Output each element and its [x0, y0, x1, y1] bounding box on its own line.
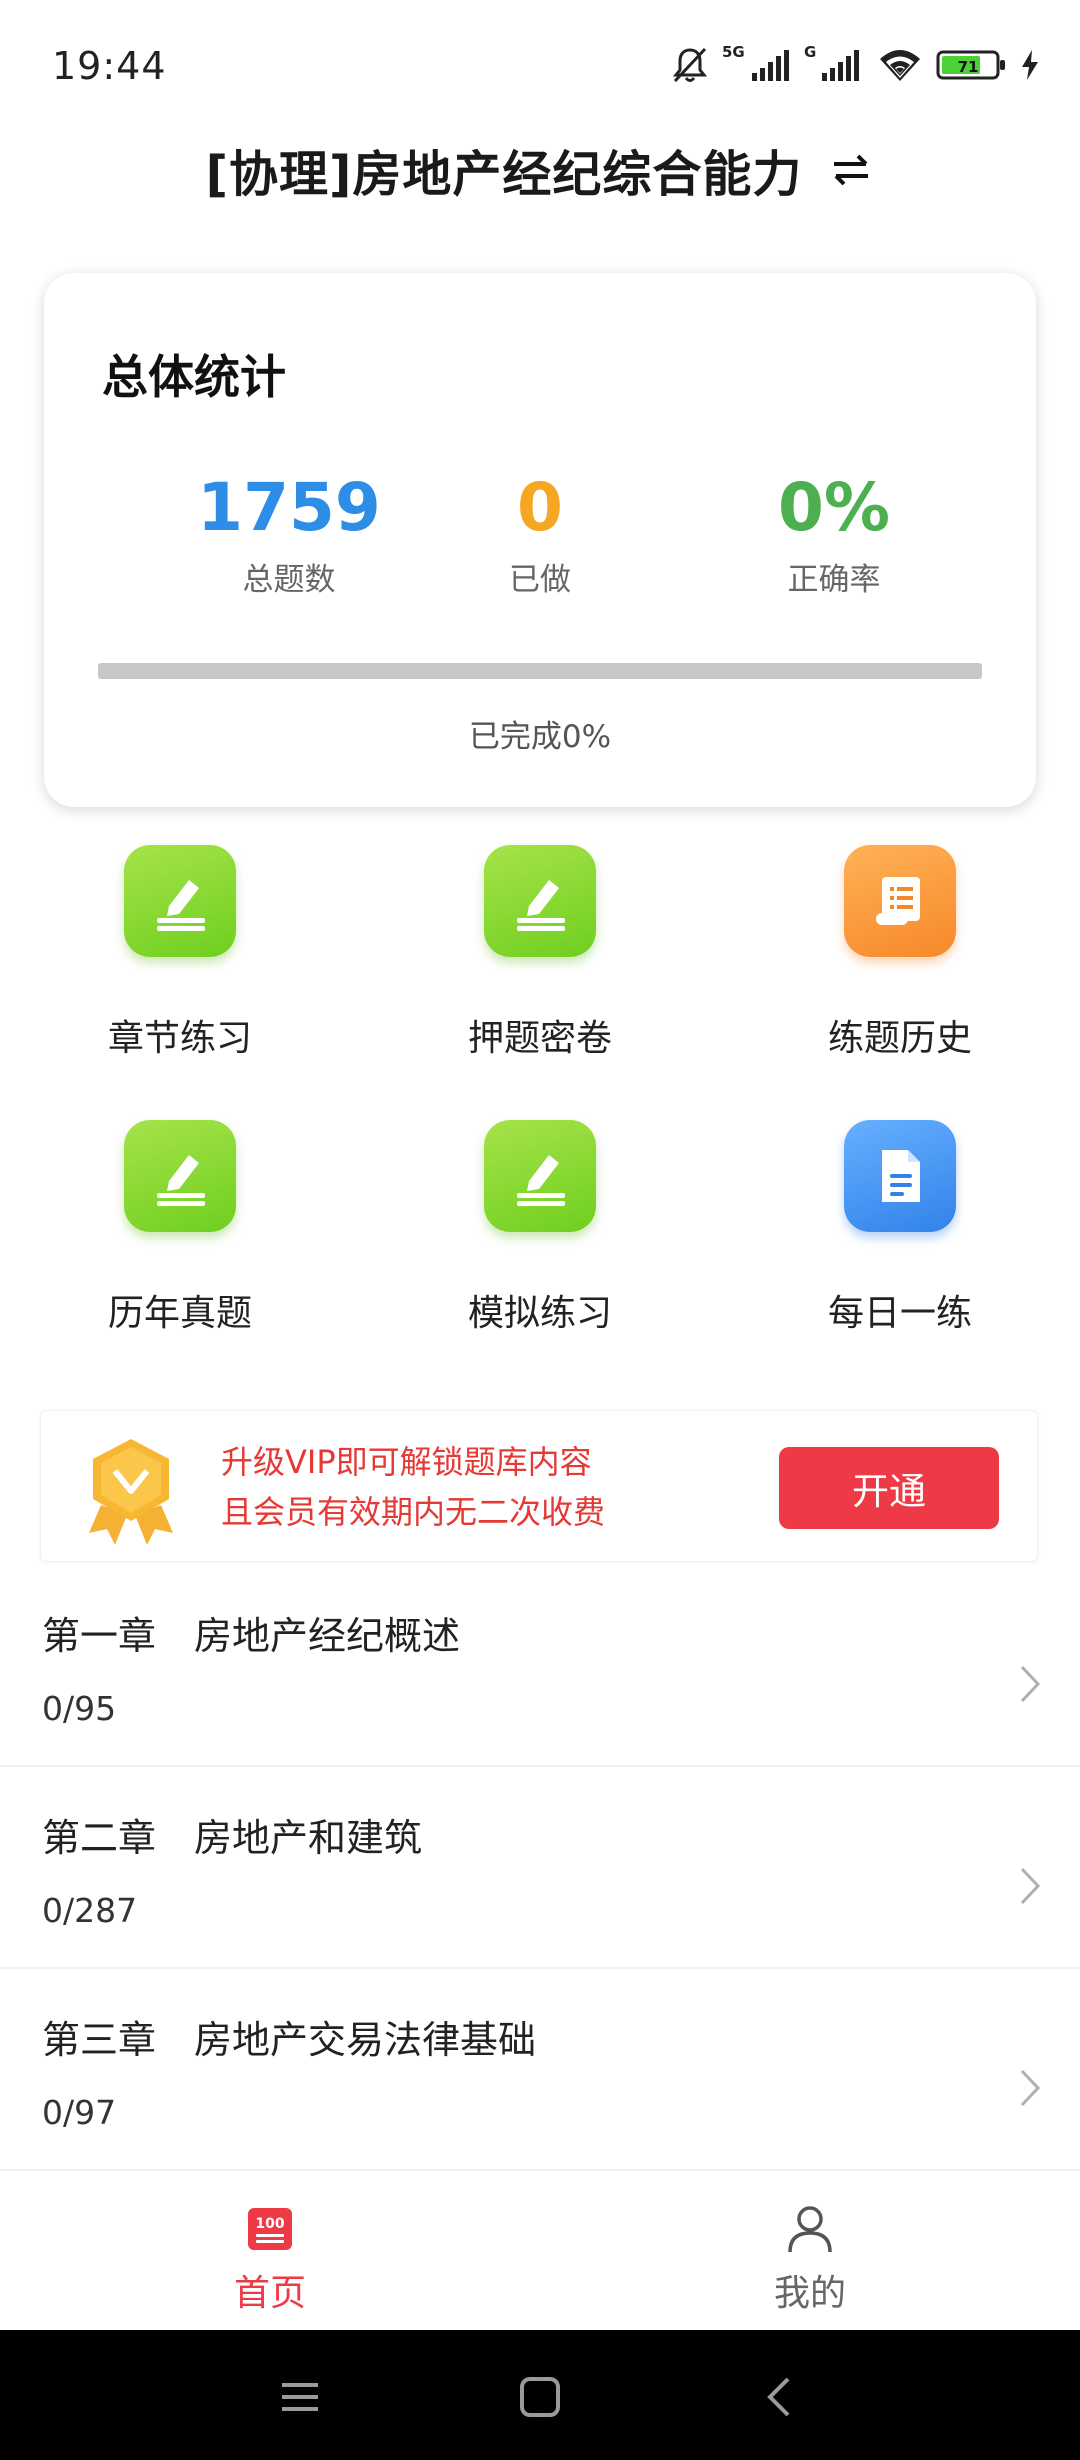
grid-item-past-exams[interactable]: 历年真题 [30, 1120, 330, 1336]
stat-total-questions: 1759 总题数 [159, 468, 419, 599]
grid-label: 章节练习 [107, 1018, 252, 1059]
stat-total-value: 1759 [197, 469, 381, 546]
activate-vip-button[interactable]: 开通 [779, 1447, 999, 1529]
chapter-item-3[interactable]: 第三章 房地产交易法律基础 0/97 [0, 1969, 1080, 2171]
vip-promo-line1: 升级VIP即可解锁题库内容 [221, 1443, 592, 1481]
chapter-item-1[interactable]: 第一章 房地产经纪概述 0/95 [0, 1565, 1080, 1767]
chapter-progress: 0/287 [42, 1891, 138, 1930]
nav-home-label: 首页 [233, 2273, 306, 2314]
scroll-icon [844, 845, 956, 957]
stat-accuracy-label: 正确率 [787, 562, 881, 598]
progress-bar [98, 663, 982, 679]
grid-label: 历年真题 [107, 1293, 252, 1334]
grid-item-daily-practice[interactable]: 每日一练 [750, 1120, 1050, 1336]
stat-accuracy-value: 0% [777, 469, 891, 546]
stat-done-label: 已做 [509, 562, 571, 598]
grid-label: 模拟练习 [467, 1293, 612, 1334]
cellular-signal-5g-icon: 5G [722, 43, 789, 81]
home-100-icon: 100 [248, 2208, 292, 2250]
chapter-progress: 0/95 [42, 1689, 117, 1728]
overall-stats-card: 总体统计 1759 总题数 0 已做 0% 正确率 已完成0% [44, 273, 1036, 807]
page-title: [协理]房地产经纪综合能力 [205, 145, 803, 203]
chapter-item-2[interactable]: 第二章 房地产和建筑 0/287 [0, 1767, 1080, 1969]
cellular-signal-g-icon: G [804, 43, 859, 81]
chevron-right-icon [1020, 1665, 1041, 1703]
vip-promo-line2: 且会员有效期内无二次收费 [221, 1493, 606, 1531]
home-badge-text: 100 [255, 2216, 284, 2232]
chevron-right-icon [1020, 2069, 1041, 2107]
back-icon[interactable] [758, 2375, 802, 2419]
swap-icon[interactable] [828, 147, 874, 193]
battery-level: 71 [958, 58, 979, 76]
stat-done-value: 0 [517, 469, 563, 546]
chapter-title: 第一章 房地产经纪概述 [42, 1614, 461, 1658]
chevron-right-icon [1020, 1867, 1041, 1905]
pencil-icon [484, 845, 596, 957]
status-time: 19:44 [52, 44, 167, 88]
grid-label: 练题历史 [827, 1018, 972, 1059]
charging-icon [1022, 50, 1038, 80]
grid-item-mock-practice[interactable]: 模拟练习 [390, 1120, 690, 1336]
progress-text: 已完成0% [468, 719, 612, 755]
nav-tab-home[interactable]: 100 首页 [170, 2202, 370, 2316]
network-g-label: G [804, 43, 816, 61]
header: [协理]房地产经纪综合能力 [0, 125, 1080, 215]
stat-accuracy: 0% 正确率 [704, 468, 964, 599]
pencil-icon [484, 1120, 596, 1232]
status-icons: 5G G 71 [670, 40, 1040, 90]
mute-bell-icon [672, 47, 708, 83]
chapter-list: 第一章 房地产经纪概述 0/95 第二章 房地产和建筑 0/287 第三章 房地… [0, 1565, 1080, 2171]
stat-done: 0 已做 [410, 468, 670, 599]
wifi-icon [880, 50, 920, 81]
stats-title: 总体统计 [102, 350, 286, 404]
bottom-nav: 100 首页 我的 [0, 2172, 1080, 2330]
vip-promo-text: 升级VIP即可解锁题库内容 且会员有效期内无二次收费 [221, 1437, 605, 1537]
chapter-progress: 0/97 [42, 2093, 117, 2132]
grid-item-chapter-practice[interactable]: 章节练习 [30, 845, 330, 1061]
stat-total-label: 总题数 [242, 562, 336, 598]
vip-banner: 升级VIP即可解锁题库内容 且会员有效期内无二次收费 开通 [40, 1410, 1038, 1562]
system-nav-bar [0, 2330, 1080, 2460]
user-icon [788, 2206, 832, 2253]
nav-tab-mine[interactable]: 我的 [710, 2202, 910, 2316]
nav-mine-label: 我的 [773, 2273, 846, 2314]
status-bar: 19:44 5G G 71 [0, 0, 1080, 135]
grid-label: 每日一练 [827, 1293, 972, 1334]
battery-icon: 71 [936, 50, 1005, 80]
grid-label: 押题密卷 [467, 1018, 612, 1059]
pencil-icon [124, 845, 236, 957]
chapter-title: 第三章 房地产交易法律基础 [42, 2018, 537, 2062]
menu-icon[interactable] [278, 2375, 322, 2419]
grid-item-predicted-papers[interactable]: 押题密卷 [390, 845, 690, 1061]
network-5g-label: 5G [722, 43, 745, 61]
grid-item-practice-history[interactable]: 练题历史 [750, 845, 1050, 1061]
vip-badge-icon [89, 1439, 173, 1545]
home-square-icon[interactable] [518, 2375, 562, 2419]
pencil-icon [124, 1120, 236, 1232]
document-icon [844, 1120, 956, 1232]
chapter-title: 第二章 房地产和建筑 [42, 1816, 423, 1860]
